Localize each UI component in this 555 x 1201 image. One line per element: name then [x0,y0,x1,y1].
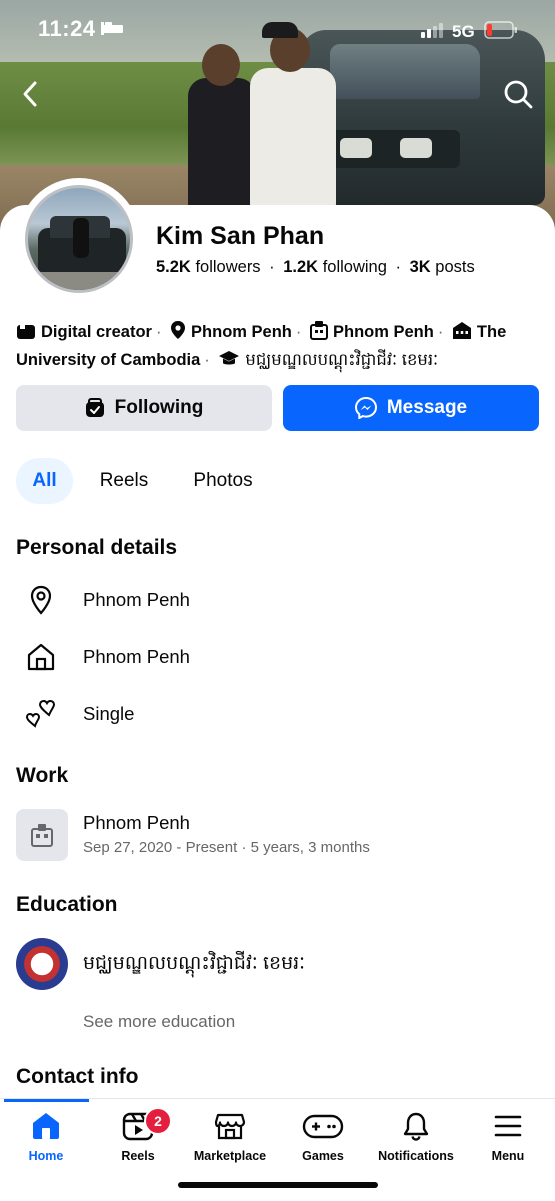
tab-photos[interactable]: Photos [182,458,264,504]
tabbar-menu[interactable]: Menu [462,1111,554,1171]
profile-stats: 5.2K followers · 1.2K following · 3K pos… [156,258,475,276]
intro-school-prefix[interactable]: The [477,323,506,341]
graduation-cap-icon [218,350,240,376]
following-button[interactable]: Following [16,385,272,431]
marketplace-icon [214,1113,246,1140]
education-school[interactable]: មជ្ឈមណ្ឌលបណ្តុះវិជ្ជាជីវៈ ខេមរៈ [83,951,305,979]
see-more-education-link[interactable]: See more education [83,1012,235,1032]
bell-icon [403,1112,429,1141]
followers-count[interactable]: 5.2K [156,258,191,276]
intro-workplace[interactable]: Phnom Penh [333,323,434,341]
signal-icon [421,22,447,43]
workplace-icon [309,320,328,348]
message-button[interactable]: Message [283,385,539,431]
cover-truck [300,30,545,205]
chevron-left-icon [23,81,37,107]
detail-row-hometown[interactable]: Phnom Penh [16,635,536,679]
detail-relationship-text: Single [83,703,135,724]
battery-icon [484,21,518,44]
tab-all[interactable]: All [16,458,73,504]
network-label: 5G [452,22,475,41]
tabbar-marketplace[interactable]: Marketplace [184,1111,276,1171]
reels-badge: 2 [144,1107,172,1135]
contact-info-title: Contact info [16,1065,139,1088]
search-icon [504,80,533,109]
following-icon [85,398,104,417]
location-pin-icon [16,585,66,615]
status-time: 11:24 [38,16,96,41]
menu-icon [494,1115,522,1137]
hearts-icon [16,699,66,729]
detail-hometown-text: Phnom Penh [83,646,190,667]
following-label: Following [114,397,204,418]
tabbar-games[interactable]: Games [277,1111,369,1171]
tabbar-reels-label: Reels [121,1149,155,1163]
posts-label: posts [435,258,475,276]
tabbar-marketplace-label: Marketplace [193,1149,267,1163]
home-indicator[interactable] [178,1182,378,1188]
posts-count: 3K [409,258,431,276]
avatar-photo [25,185,133,293]
search-button[interactable] [496,72,540,116]
messenger-icon [354,397,377,419]
intro-school[interactable]: University of Cambodia [16,351,200,369]
intro-category: Digital creator [41,323,152,341]
detail-location-text: Phnom Penh [83,589,190,610]
tabbar-home-label: Home [28,1149,64,1163]
detail-row-location[interactable]: Phnom Penh [16,578,536,622]
tabbar-notifications-label: Notifications [378,1149,454,1163]
detail-row-relationship[interactable]: Single [16,692,536,736]
profile-avatar[interactable] [18,178,140,300]
tabbar-home[interactable]: Home [0,1111,92,1171]
creator-icon [16,323,36,348]
gamepad-icon [302,1114,344,1139]
location-pin-icon [170,320,186,348]
intro-details: Digital creator · Phnom Penh · Phnom Penh ·… [16,320,541,376]
home-icon [33,1113,59,1139]
cover-person-right [250,68,336,208]
profile-name: Kim San Phan [156,222,325,250]
personal-details-title: Personal details [16,536,178,559]
tabbar-notifications[interactable]: Notifications [370,1111,462,1171]
work-employer[interactable]: Phnom Penh [83,812,190,834]
work-duration: Sep 27, 2020 - Present · 5 years, 3 mont… [83,839,370,856]
back-button[interactable] [8,72,52,116]
message-label: Message [386,397,468,418]
cover-person-left [188,78,256,208]
active-tab-indicator [4,1099,89,1102]
school-logo[interactable] [16,938,68,990]
tab-reels[interactable]: Reels [90,458,158,504]
intro-education[interactable]: មជ្ឈមណ្ឌលបណ្តុះវិជ្ជាជីវៈ ខេមរៈ [245,351,438,369]
workplace-icon[interactable] [16,809,68,861]
tabbar-games-label: Games [302,1149,344,1163]
education-title: Education [16,893,118,916]
followers-label[interactable]: followers [195,258,260,276]
sleep-icon [100,20,124,41]
following-count[interactable]: 1.2K [283,258,318,276]
following-label[interactable]: following [323,258,387,276]
intro-city[interactable]: Phnom Penh [191,323,292,341]
tabbar-reels[interactable]: 2 Reels [92,1107,184,1171]
home-icon [16,642,66,672]
school-icon [452,322,472,348]
work-title: Work [16,764,69,787]
tabbar-menu-label: Menu [491,1149,525,1163]
